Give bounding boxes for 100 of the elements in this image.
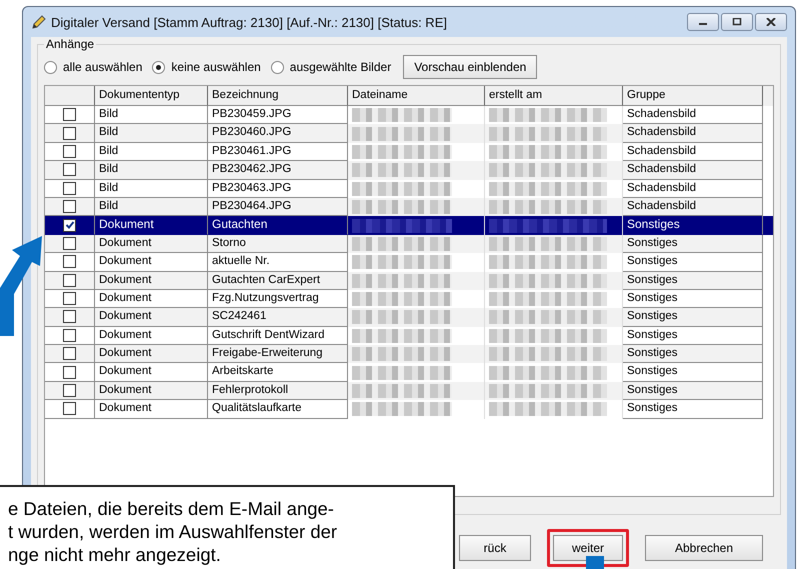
table-cell: Sonstiges — [623, 272, 763, 290]
table-cell: Gutachten CarExpert — [208, 272, 348, 290]
column-header[interactable]: Dokumententyp — [95, 86, 208, 106]
table-row[interactable]: Dokument Freigabe-Erweiterung Sonstiges — [45, 345, 773, 364]
table-cell: Bild — [95, 124, 208, 143]
table-cell: Schadensbild — [623, 106, 763, 124]
maximize-button[interactable] — [721, 13, 753, 31]
minimize-button[interactable] — [687, 13, 719, 31]
pencil-icon — [31, 14, 47, 30]
checkbox[interactable] — [63, 384, 76, 398]
checkbox[interactable] — [63, 274, 76, 287]
table-cell: Schadensbild — [623, 142, 763, 162]
table-cell: PB230460.JPG — [208, 124, 348, 143]
table-cell: Storno — [208, 234, 348, 254]
table-cell: Dokument — [95, 272, 208, 290]
window-title: Digitaler Versand [Stamm Auftrag: 2130] [Auf.-Nr.: 2130] [Status: RE] — [51, 14, 447, 30]
radio-option[interactable]: alle auswählen — [44, 60, 142, 74]
table-cell: Dokument — [95, 308, 208, 327]
table-cell: Arbeitskarte — [208, 363, 348, 382]
table-cell: Sonstiges — [623, 400, 763, 419]
table-row[interactable]: Bild PB230460.JPG Schadensbild — [45, 124, 773, 143]
table-cell: Sonstiges — [623, 345, 763, 364]
table-cell: PB230461.JPG — [208, 142, 348, 162]
table-cell: Dokument — [95, 253, 208, 272]
table-row[interactable]: Dokument Arbeitskarte Sonstiges — [45, 363, 773, 382]
table-cell: Bild — [95, 180, 208, 198]
radio-option[interactable]: keine auswählen — [152, 60, 261, 74]
table-cell: Schadensbild — [623, 198, 763, 216]
callout-text: t wurden, werden im Auswahlfenster der — [8, 520, 338, 543]
table-row[interactable]: Dokument Qualitätslaufkarte Sonstiges — [45, 400, 773, 419]
dialog-button[interactable]: weiter — [553, 535, 623, 561]
table-cell: SC242461 — [208, 308, 348, 327]
table-cell: Sonstiges — [623, 363, 763, 382]
table-cell: Bild — [95, 106, 208, 124]
table-cell: PB230463.JPG — [208, 180, 348, 198]
checkbox[interactable] — [63, 200, 76, 214]
close-button[interactable] — [755, 13, 787, 31]
column-header[interactable]: Gruppe — [623, 86, 763, 106]
column-header[interactable]: erstellt am — [485, 86, 623, 106]
radio-option[interactable]: ausgewählte Bilder — [270, 60, 392, 74]
table-cell: Fehlerprotokoll — [208, 382, 348, 400]
checkbox[interactable] — [63, 218, 76, 232]
preview-button[interactable]: Vorschau einblenden — [403, 55, 538, 79]
maximize-icon — [732, 18, 742, 26]
table-cell: Schadensbild — [623, 180, 763, 198]
table-row[interactable]: Bild PB230463.JPG Schadensbild — [45, 180, 773, 198]
checkbox[interactable] — [63, 310, 76, 324]
group-label: Anhänge — [45, 37, 96, 51]
table-row[interactable]: Bild PB230461.JPG Schadensbild — [45, 142, 773, 162]
table-cell: aktuelle Nr. — [208, 253, 348, 272]
header-cell — [45, 86, 95, 106]
checkbox[interactable] — [63, 255, 76, 268]
table-cell: Qualitätslaufkarte — [208, 400, 348, 419]
checkbox[interactable] — [63, 347, 76, 360]
table-cell: Dokument — [95, 326, 208, 346]
checkbox[interactable] — [63, 163, 76, 176]
table-cell: Dokument — [95, 290, 208, 308]
table-row[interactable]: Dokument Gutschrift DentWizard Sonstiges — [45, 326, 773, 346]
checkbox[interactable] — [63, 366, 76, 379]
table-row[interactable]: Bild PB230459.JPG Schadensbild — [45, 106, 773, 124]
checkbox[interactable] — [63, 328, 76, 342]
checkbox[interactable] — [63, 144, 76, 158]
table-cell: Sonstiges — [623, 234, 763, 254]
table-cell: Bild — [95, 198, 208, 216]
table-cell: PB230464.JPG — [208, 198, 348, 216]
table-cell: Dokument — [95, 363, 208, 382]
table-cell: Sonstiges — [623, 308, 763, 327]
checkbox[interactable] — [63, 236, 76, 250]
table-row[interactable]: Dokument Fzg.Nutzungsvertrag Sonstiges — [45, 290, 773, 308]
table-row[interactable]: Dokument Gutachten CarExpert Sonstiges — [45, 272, 773, 290]
callout-text: e Dateien, die bereits dem E-Mail ange- — [8, 497, 335, 520]
checkbox[interactable] — [63, 126, 76, 140]
dialog-button[interactable]: rück — [459, 535, 531, 561]
table-cell: PB230459.JPG — [208, 106, 348, 124]
column-header[interactable]: Bezeichnung — [208, 86, 348, 106]
table-cell: Fzg.Nutzungsvertrag — [208, 290, 348, 308]
table-cell: Dokument — [95, 345, 208, 364]
table-row[interactable]: Dokument Fehlerprotokoll Sonstiges — [45, 382, 773, 400]
table-row[interactable]: Bild PB230464.JPG Schadensbild — [45, 198, 773, 216]
table-cell: Bild — [95, 142, 208, 162]
table-row[interactable]: Dokument Gutachten Sonstiges — [45, 216, 773, 235]
table-cell: Dokument — [95, 382, 208, 400]
table-cell: Sonstiges — [623, 382, 763, 400]
table-row[interactable]: Dokument aktuelle Nr. Sonstiges — [45, 253, 773, 272]
checkbox[interactable] — [63, 182, 76, 195]
checkbox[interactable] — [63, 108, 76, 122]
table-cell: Sonstiges — [623, 290, 763, 308]
table-cell: PB230462.JPG — [208, 161, 348, 180]
callout-text: nge nicht mehr angezeigt. — [8, 543, 222, 566]
table-row[interactable]: Bild PB230462.JPG Schadensbild — [45, 161, 773, 180]
dialog-button[interactable]: Abbrechen — [645, 535, 763, 561]
table-cell: Gutschrift DentWizard — [208, 326, 348, 346]
arrow-icon — [586, 556, 604, 569]
column-header[interactable]: Dateiname — [348, 86, 485, 106]
table-row[interactable]: Dokument SC242461 Sonstiges — [45, 308, 773, 327]
table-cell: Sonstiges — [623, 253, 763, 272]
table-row[interactable]: Dokument Storno Sonstiges — [45, 234, 773, 254]
checkbox[interactable] — [63, 292, 76, 306]
checkbox[interactable] — [63, 402, 76, 416]
table-cell: Freigabe-Erweiterung — [208, 345, 348, 364]
